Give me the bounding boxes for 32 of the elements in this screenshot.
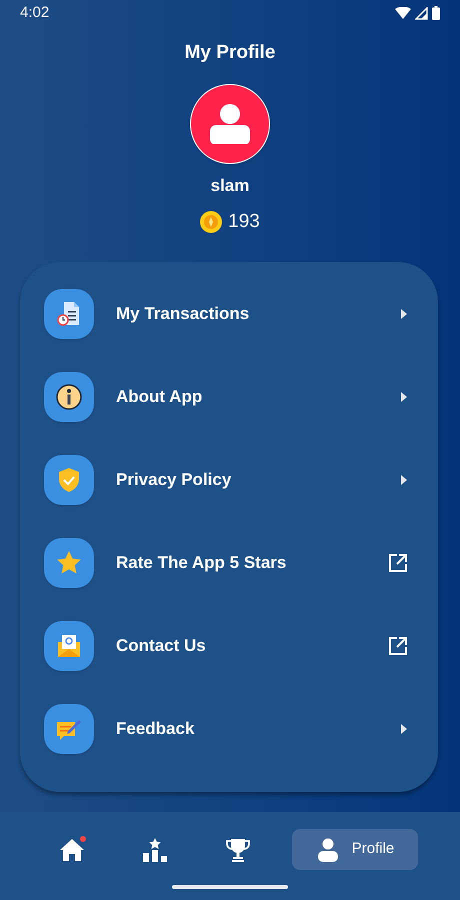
battery-icon [432,6,440,20]
person-icon [316,838,340,862]
menu-item[interactable]: Rate The App 5 Stars [20,521,438,604]
caret-icon [400,308,408,318]
trophy-icon [225,836,252,862]
menu-item[interactable]: My Transactions [20,272,438,355]
menu-label: Rate The App 5 Stars [116,552,288,574]
nav-tab[interactable]: Profile [292,829,418,870]
menu-label: About App [116,386,204,408]
podium-icon [142,836,168,862]
menu-item[interactable]: Feedback [20,687,438,770]
coin-count: 193 [228,210,260,234]
caret-icon [400,392,408,402]
caret-icon [400,474,408,484]
external-link-icon [388,636,408,656]
home-icon [58,836,85,862]
menu-item[interactable]: Privacy Policy [20,438,438,521]
status-time: 4:02 [20,2,50,23]
signal-icon [415,6,428,20]
page-title: My Profile [184,41,276,65]
external-link-icon [388,552,408,572]
info-icon [54,382,84,412]
menu-label: Feedback [116,718,196,740]
menu-label: Contact Us [116,634,207,657]
caret-icon [400,724,408,734]
user-name: slam [210,175,250,197]
coin-icon [200,210,222,233]
menu-label: Privacy Policy [116,468,232,491]
wifi-icon [395,7,411,19]
menu-label: My Transactions [116,302,250,325]
menu-item[interactable]: About App [20,355,438,438]
menu-item[interactable]: Contact Us [20,604,438,687]
